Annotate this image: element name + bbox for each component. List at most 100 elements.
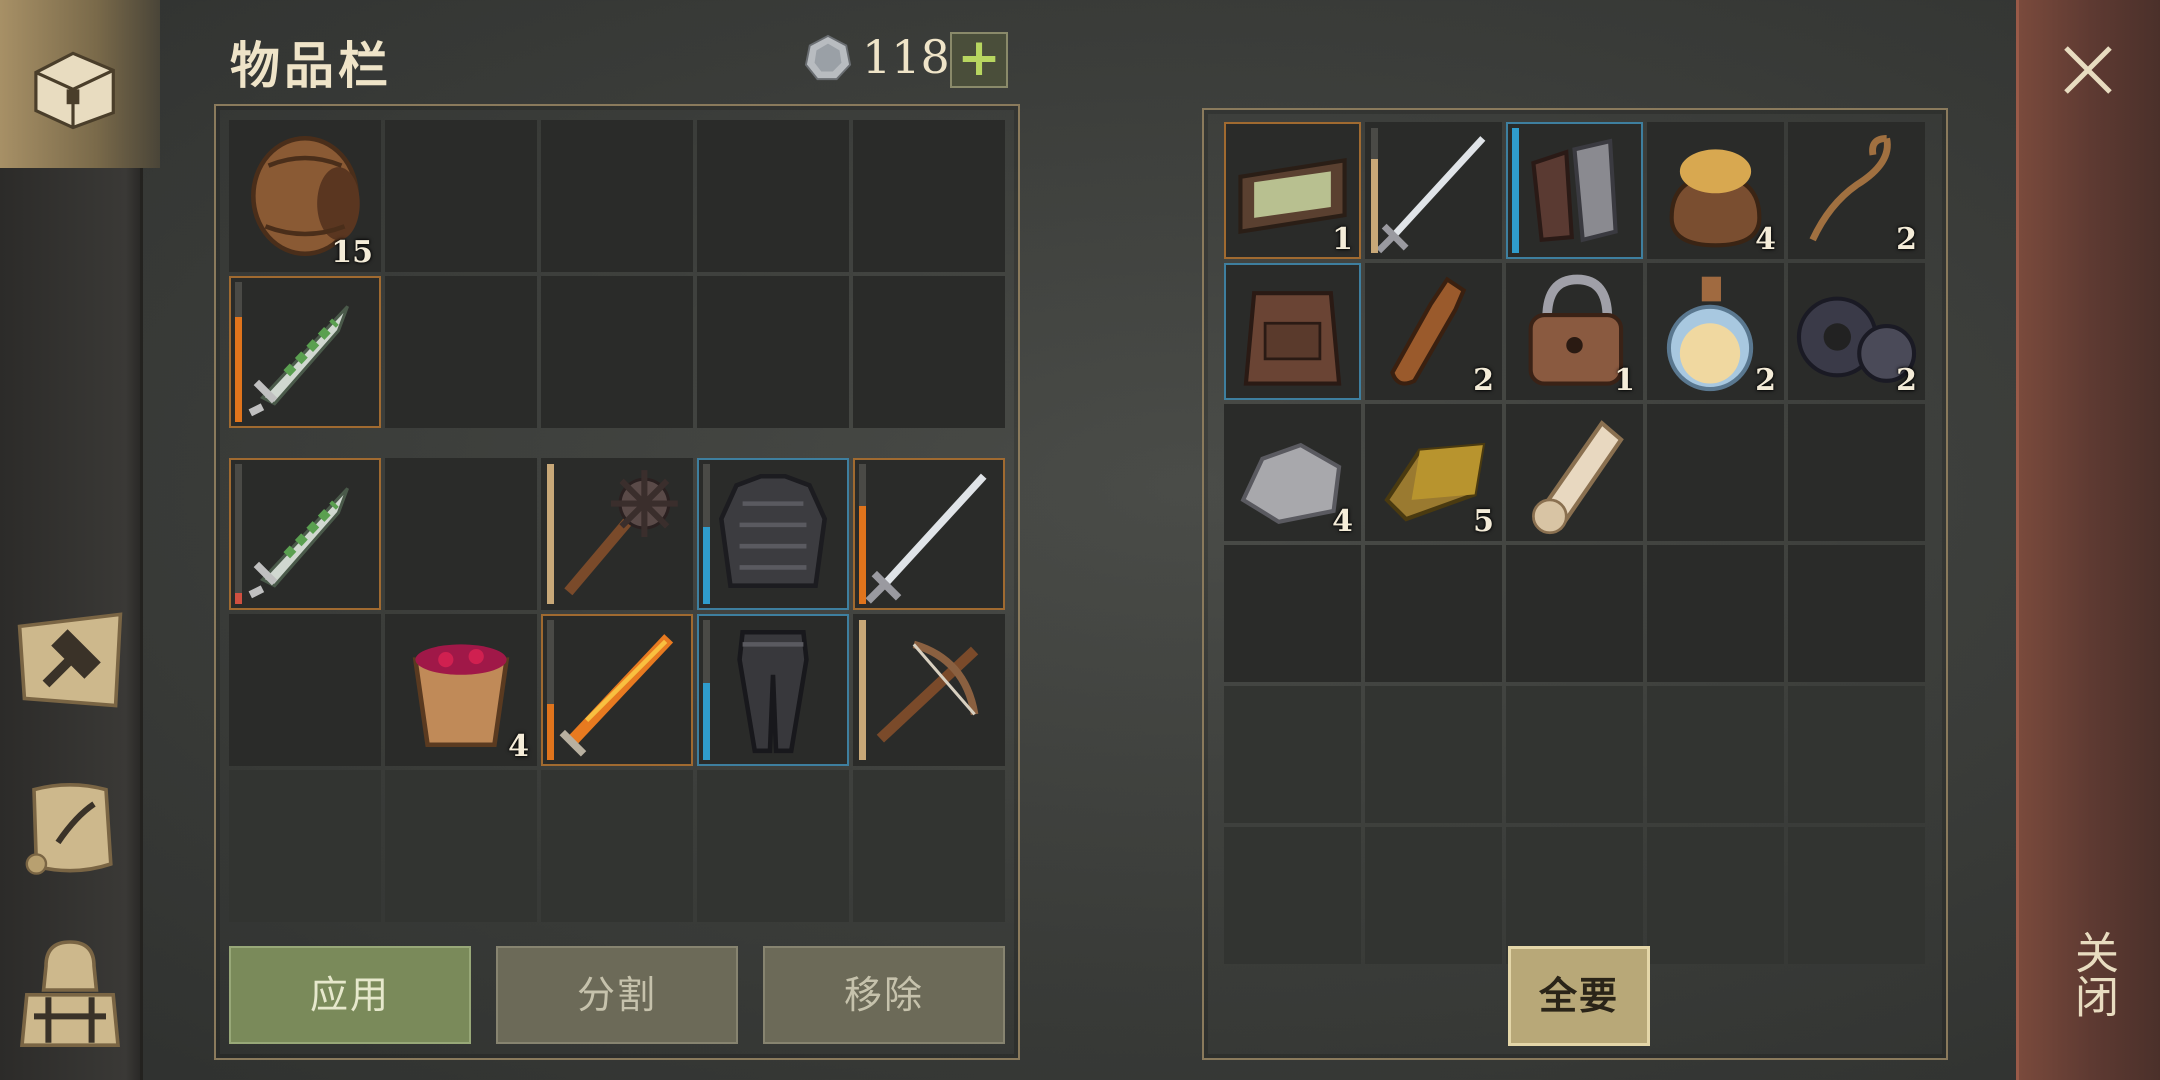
inventory-slot[interactable]: [1788, 545, 1925, 682]
backpack-icon: [1243, 291, 1342, 386]
inventory-slot[interactable]: [1365, 545, 1502, 682]
locked-slot: [697, 770, 849, 922]
mace-icon: [564, 470, 678, 596]
gauntlets-icon: [1531, 138, 1618, 243]
inventory-slot[interactable]: [229, 276, 381, 428]
locked-slot: [1506, 827, 1643, 964]
inventory-slot[interactable]: [697, 614, 849, 766]
locked-slot: [1365, 827, 1502, 964]
inventory-slot[interactable]: 1: [1224, 122, 1361, 259]
close-icon[interactable]: [2062, 44, 2114, 96]
inventory-slot[interactable]: [1788, 404, 1925, 541]
silver-coin-icon: [804, 34, 852, 81]
locked-slot: [1506, 686, 1643, 823]
chainmail-armor-icon: [718, 473, 828, 588]
equipment-grid: 4: [229, 458, 1005, 766]
inventory-slot[interactable]: 1: [1506, 263, 1643, 400]
inventory-slot[interactable]: [229, 614, 381, 766]
inventory-slot[interactable]: [1224, 545, 1361, 682]
inventory-slot[interactable]: [1506, 545, 1643, 682]
take-all-button[interactable]: 全要: [1508, 946, 1650, 1046]
armored-leggings-icon: [737, 629, 809, 754]
item-quantity: 15: [331, 235, 373, 270]
locked-slot: [1224, 827, 1361, 964]
inventory-slot[interactable]: [541, 614, 693, 766]
item-quantity: 1: [1614, 363, 1635, 398]
inventory-slot[interactable]: 2: [1788, 263, 1925, 400]
split-button[interactable]: 分割: [496, 946, 738, 1044]
inventory-slot[interactable]: [697, 276, 849, 428]
flame-sword-icon: [559, 634, 674, 757]
item-quantity: 5: [1473, 504, 1494, 539]
inventory-slot[interactable]: [541, 120, 693, 272]
locked-slot-row: [229, 770, 1005, 922]
inventory-slot[interactable]: [1647, 545, 1784, 682]
durability-bar: [547, 704, 554, 760]
inventory-slot[interactable]: [385, 276, 537, 428]
inventory-slot[interactable]: [853, 458, 1005, 610]
inventory-slot[interactable]: 5: [1365, 404, 1502, 541]
locked-slot: [385, 770, 537, 922]
scroll-icon: [1532, 420, 1624, 535]
item-quantity: 2: [1473, 363, 1494, 398]
dagger-icon: [248, 305, 349, 417]
nav-tab-crafting[interactable]: [10, 600, 130, 720]
inventory-slot[interactable]: [697, 458, 849, 610]
durability-track: [235, 464, 242, 604]
close-rail[interactable]: [2016, 0, 2160, 1080]
longsword-icon: [865, 473, 987, 604]
item-quantity: 2: [1896, 363, 1917, 398]
inventory-slot[interactable]: [541, 458, 693, 610]
journal-scroll-icon: [25, 783, 113, 875]
inventory-slot[interactable]: 4: [1224, 404, 1361, 541]
add-currency-button[interactable]: +: [950, 32, 1008, 88]
inventory-slot[interactable]: [1506, 404, 1643, 541]
locked-slot: [1788, 686, 1925, 823]
inventory-slot[interactable]: 4: [1647, 122, 1784, 259]
item-quantity: 4: [508, 729, 529, 764]
durability-bar: [703, 683, 710, 760]
inventory-slot[interactable]: 15: [229, 120, 381, 272]
dagger-icon: [248, 487, 349, 599]
apply-button[interactable]: 应用: [229, 946, 471, 1044]
nav-tab-character[interactable]: [10, 930, 130, 1050]
side-nav: [0, 0, 160, 1080]
inventory-slot[interactable]: 2: [1647, 263, 1784, 400]
nav-tab-journal[interactable]: [10, 768, 130, 888]
inventory-grid: 15: [229, 120, 1005, 428]
inventory-slot[interactable]: [541, 276, 693, 428]
inventory-slot[interactable]: [1365, 122, 1502, 259]
locked-slot: [1647, 686, 1784, 823]
durability-bar: [1371, 159, 1378, 253]
inventory-slot[interactable]: [1506, 122, 1643, 259]
inventory-slot[interactable]: [697, 120, 849, 272]
locked-slot: [1224, 686, 1361, 823]
inventory-slot[interactable]: [853, 120, 1005, 272]
durability-bar: [859, 620, 866, 760]
durability-bar: [547, 464, 554, 604]
crafting-hammer-icon: [17, 612, 123, 708]
durability-bar: [1512, 128, 1519, 253]
inventory-slot[interactable]: [1224, 263, 1361, 400]
inventory-slot[interactable]: [385, 120, 537, 272]
inventory-slot[interactable]: 4: [385, 614, 537, 766]
nav-tab-inventory[interactable]: [0, 0, 160, 168]
item-quantity: 1: [1332, 222, 1353, 257]
item-quantity: 4: [1755, 222, 1776, 257]
inventory-chest-icon: [34, 51, 115, 130]
durability-bar: [859, 506, 866, 604]
inventory-slot[interactable]: [853, 276, 1005, 428]
inventory-slot[interactable]: 2: [1365, 263, 1502, 400]
locked-slot: [1365, 686, 1502, 823]
inventory-slot[interactable]: [1647, 404, 1784, 541]
remove-button[interactable]: 移除: [763, 946, 1005, 1044]
inventory-slot[interactable]: [229, 458, 381, 610]
close-label[interactable]: 关闭: [2062, 930, 2122, 1018]
inventory-slot[interactable]: 2: [1788, 122, 1925, 259]
inventory-slot[interactable]: [853, 614, 1005, 766]
character-backpack-icon: [20, 940, 120, 1047]
locked-slot: [1788, 827, 1925, 964]
locked-slot: [853, 770, 1005, 922]
page-title: 物品栏: [230, 36, 392, 95]
inventory-slot[interactable]: [385, 458, 537, 610]
